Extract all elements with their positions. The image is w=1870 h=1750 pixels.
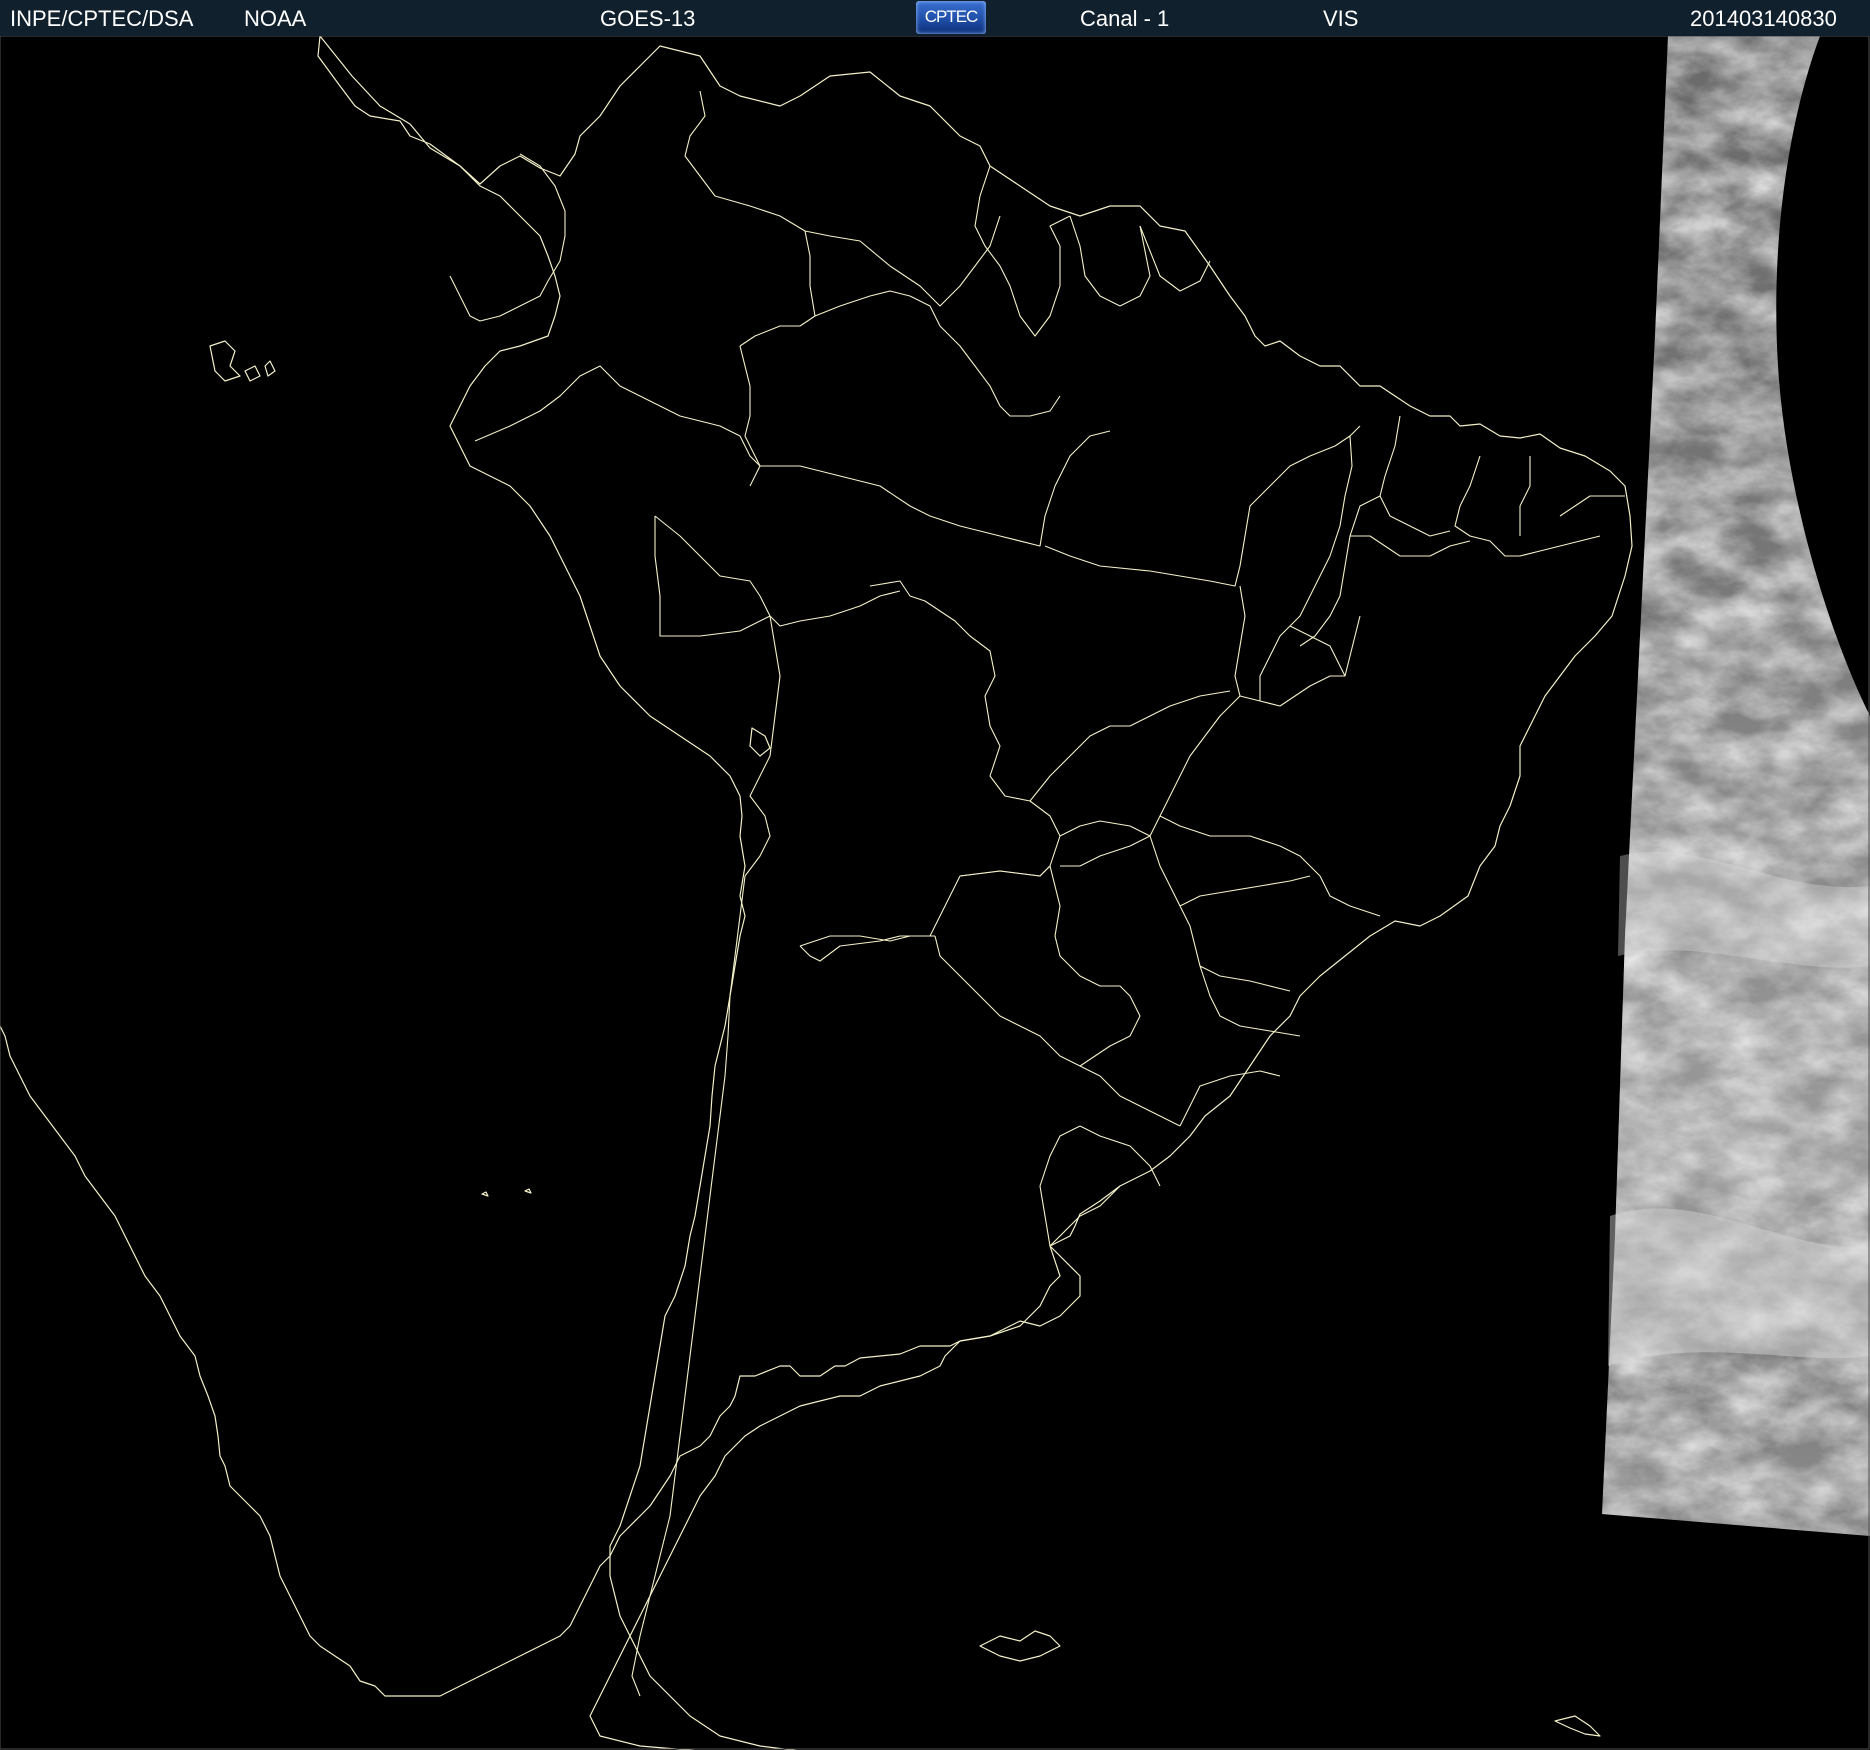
satellite-map (0, 36, 1870, 1750)
ocean-background (0, 36, 1870, 1750)
header-bar: INPE/CPTEC/DSA NOAA GOES-13 CPTEC Canal … (0, 0, 1870, 37)
satellite-label: GOES-13 (600, 6, 696, 31)
institution-label: INPE/CPTEC/DSA (10, 6, 194, 31)
cptec-logo: CPTEC (916, 1, 986, 34)
band-label: VIS (1323, 6, 1359, 31)
logo-text: CPTEC (924, 7, 979, 26)
timestamp-label: 201403140830 (1690, 6, 1837, 31)
agency-label: NOAA (244, 6, 307, 31)
channel-label: Canal - 1 (1080, 6, 1170, 31)
